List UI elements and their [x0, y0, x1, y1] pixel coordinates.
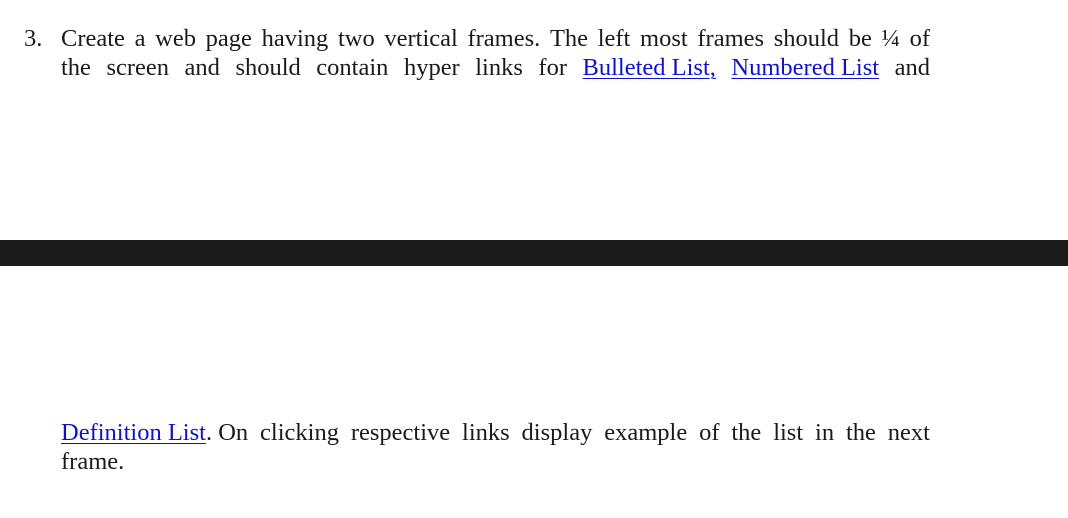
- definition-list-link[interactable]: Definition List: [61, 419, 206, 446]
- paragraph-line-1: Create a web page having two vertical fr…: [61, 25, 930, 52]
- page-divider: [0, 240, 1068, 266]
- bulleted-list-link[interactable]: Bulleted List,: [583, 53, 716, 82]
- numbered-list-link[interactable]: Numbered List: [731, 53, 879, 82]
- list-item-number: 3.: [24, 25, 43, 52]
- paragraph-line-4: frame.: [61, 448, 125, 475]
- paragraph-line-2: the screen and should contain hyper link…: [61, 53, 930, 82]
- paragraph-line-3: Definition List. On clicking respective …: [61, 419, 930, 446]
